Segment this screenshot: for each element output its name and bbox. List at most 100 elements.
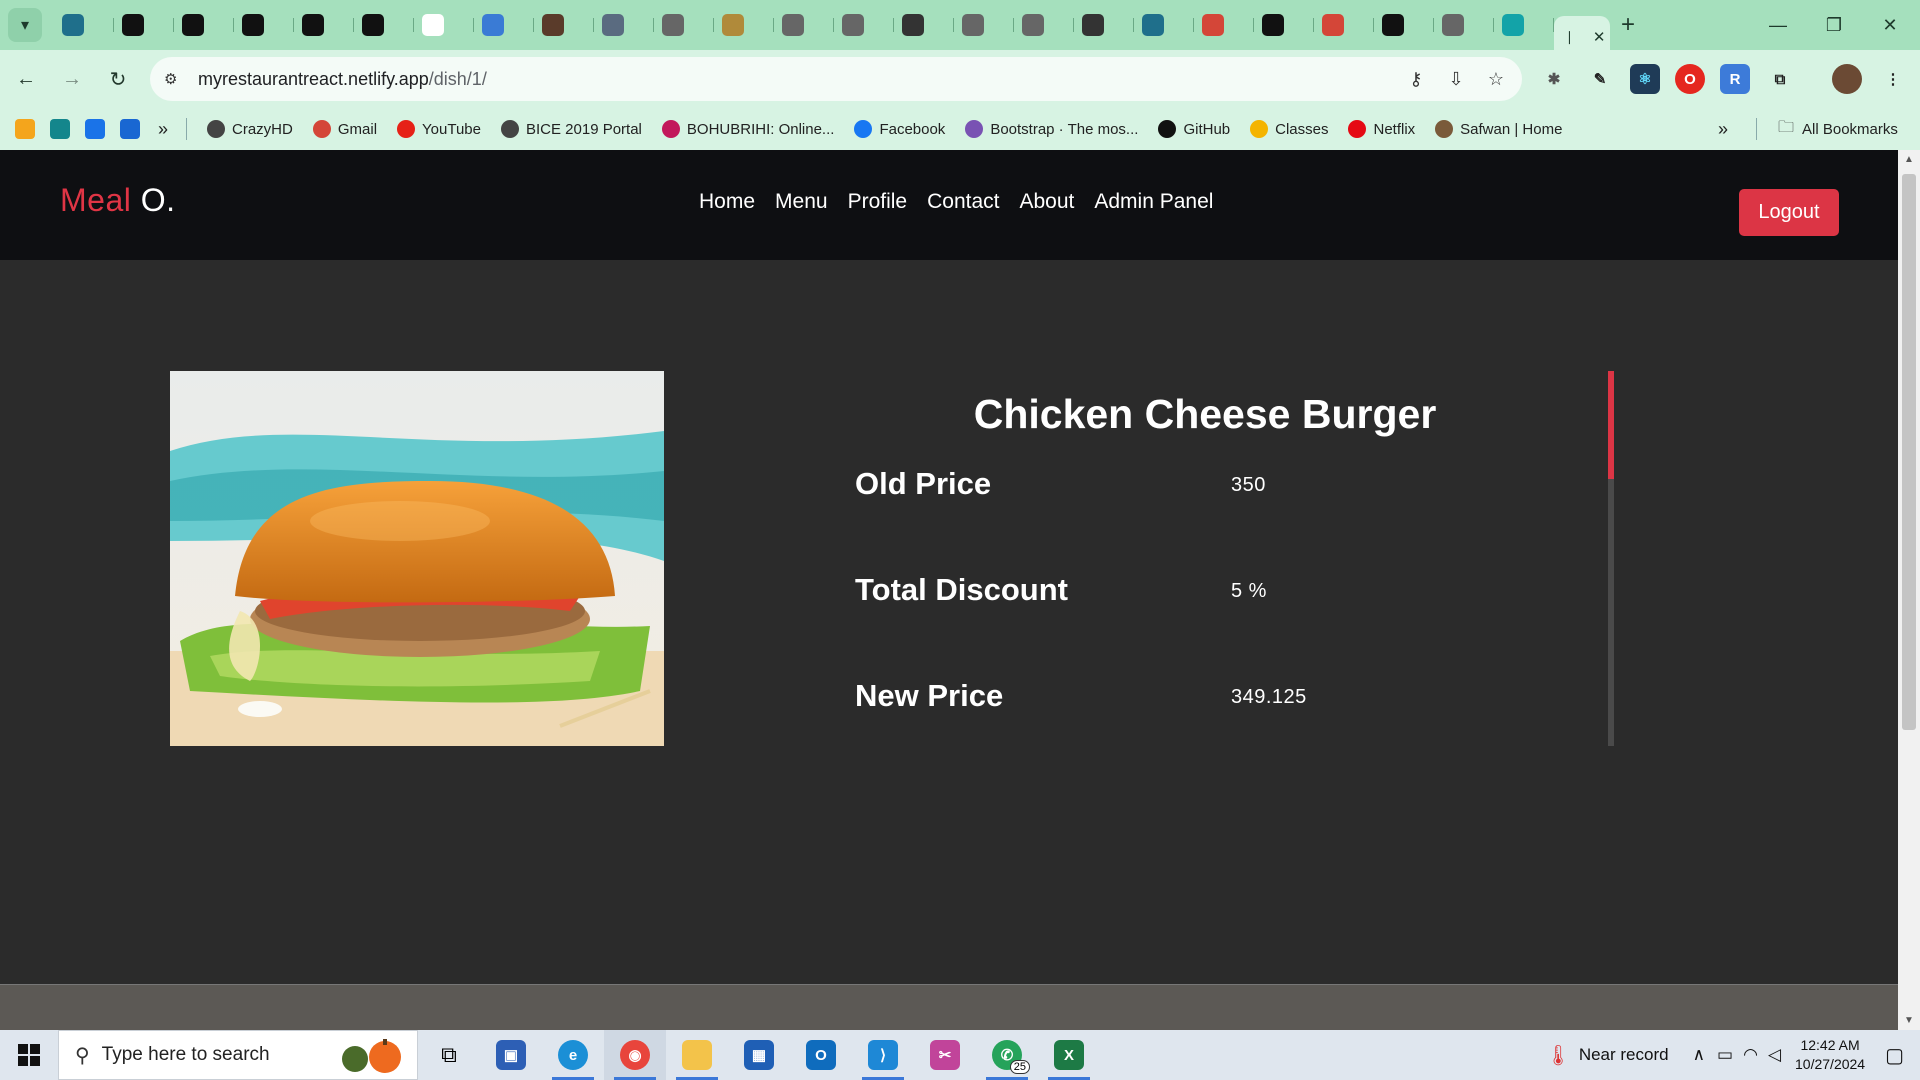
bookmark-item[interactable]: Facebook xyxy=(854,120,945,138)
taskbar-app-edge[interactable]: e xyxy=(542,1030,604,1080)
minimize-button[interactable]: — xyxy=(1750,0,1806,50)
nav-link-menu[interactable]: Menu xyxy=(775,190,828,214)
taskbar-app-chrome[interactable]: ◉ xyxy=(604,1030,666,1080)
app-shortcut-icon[interactable] xyxy=(85,119,105,139)
bookmark-item[interactable]: CrazyHD xyxy=(207,120,293,138)
opera-extension-icon[interactable]: O xyxy=(1675,64,1705,94)
task-view-button[interactable]: ⧉ xyxy=(418,1030,480,1080)
taskbar-app-snip[interactable]: ✂ xyxy=(914,1030,976,1080)
browser-tab[interactable] xyxy=(1314,8,1374,42)
app-shortcut-icon[interactable] xyxy=(15,119,35,139)
browser-tab[interactable] xyxy=(1014,8,1074,42)
bookmark-item[interactable]: Gmail xyxy=(312,120,377,138)
nav-link-about[interactable]: About xyxy=(1019,190,1074,214)
app-shortcut-icon[interactable] xyxy=(120,119,140,139)
battery-icon[interactable]: ▭ xyxy=(1717,1045,1733,1065)
taskbar-app-outlook[interactable]: O xyxy=(790,1030,852,1080)
clock[interactable]: 12:42 AM 10/27/2024 xyxy=(1795,1036,1865,1074)
back-button[interactable]: ← xyxy=(6,59,46,99)
browser-tab[interactable] xyxy=(714,8,774,42)
bug-extension-icon[interactable]: ✱ xyxy=(1539,64,1569,94)
url-text[interactable]: myrestaurantreact.netlify.app/dish/1/ xyxy=(198,69,487,90)
browser-tab[interactable] xyxy=(774,8,834,42)
close-window-button[interactable]: ✕ xyxy=(1862,0,1918,50)
weather-text[interactable]: Near record xyxy=(1579,1045,1669,1065)
more-bookmarks-chevron-icon[interactable]: » xyxy=(1718,119,1728,140)
bookmark-item[interactable]: Netflix xyxy=(1348,120,1415,138)
bookmark-item[interactable]: YouTube xyxy=(397,120,481,138)
restore-button[interactable]: ❐ xyxy=(1806,0,1862,50)
reload-button[interactable]: ↻ xyxy=(98,59,138,99)
logout-button[interactable]: Logout xyxy=(1739,189,1839,236)
bookmark-item[interactable]: Classes xyxy=(1250,120,1328,138)
browser-tab[interactable] xyxy=(474,8,534,42)
browser-tab[interactable] xyxy=(1194,8,1254,42)
tab-search-button[interactable]: ▾ xyxy=(8,8,42,42)
new-tab-button[interactable]: + xyxy=(1610,8,1646,42)
browser-tab[interactable] xyxy=(654,8,714,42)
page-scrollbar[interactable]: ▲ ▼ xyxy=(1898,150,1920,1030)
browser-tab[interactable] xyxy=(354,8,414,42)
brand-logo[interactable]: Meal O. xyxy=(60,182,176,219)
bookmark-item[interactable]: BOHUBRIHI: Online... xyxy=(661,120,834,138)
volume-icon[interactable]: ◁ xyxy=(1768,1045,1781,1065)
site-info-icon[interactable]: ⚙ xyxy=(164,70,188,88)
bookmark-item[interactable]: Safwan | Home xyxy=(1435,120,1562,138)
install-app-icon[interactable]: ⇩ xyxy=(1438,57,1474,101)
taskbar-search[interactable]: ⚲ Type here to search xyxy=(58,1030,418,1080)
close-tab-icon[interactable]: ✕ xyxy=(1593,28,1606,46)
browser-tab[interactable] xyxy=(234,8,294,42)
extensions-puzzle-icon[interactable]: ⧉ xyxy=(1765,64,1795,94)
r-extension-icon[interactable]: R xyxy=(1720,64,1750,94)
details-scrollbar[interactable] xyxy=(1608,371,1614,746)
app-shortcut-icon[interactable] xyxy=(50,119,70,139)
nav-link-profile[interactable]: Profile xyxy=(848,190,908,214)
details-scrollbar-thumb[interactable] xyxy=(1608,371,1614,479)
chrome-menu-icon[interactable]: ⋮ xyxy=(1878,64,1908,94)
taskbar-app-pinned[interactable]: ▣ xyxy=(480,1030,542,1080)
taskbar-app-whatsapp[interactable]: ✆ 25 xyxy=(976,1030,1038,1080)
nav-link-home[interactable]: Home xyxy=(699,190,755,214)
browser-tab[interactable] xyxy=(834,8,894,42)
start-button[interactable] xyxy=(0,1030,58,1080)
taskbar-app-store[interactable]: ▦ xyxy=(728,1030,790,1080)
taskbar-app-vscode[interactable]: ⟩ xyxy=(852,1030,914,1080)
taskbar-app-excel[interactable]: X xyxy=(1038,1030,1100,1080)
browser-tab[interactable] xyxy=(594,8,654,42)
more-apps-chevron-icon[interactable]: » xyxy=(158,119,168,140)
profile-avatar[interactable] xyxy=(1832,64,1862,94)
browser-tab[interactable] xyxy=(174,8,234,42)
password-key-icon[interactable]: ⚷ xyxy=(1398,57,1434,101)
tray-chevron-icon[interactable]: ∧ xyxy=(1693,1045,1705,1065)
wifi-icon[interactable]: ◠ xyxy=(1743,1045,1758,1065)
scroll-up-arrow-icon[interactable]: ▲ xyxy=(1898,154,1920,165)
all-bookmarks-button[interactable]: 🗀 All Bookmarks xyxy=(1778,116,1898,143)
taskbar-app-explorer[interactable] xyxy=(666,1030,728,1080)
browser-tab[interactable] xyxy=(1074,8,1134,42)
nav-link-contact[interactable]: Contact xyxy=(927,190,999,214)
forward-button[interactable]: → xyxy=(52,59,92,99)
react-devtools-icon[interactable]: ⚛ xyxy=(1630,64,1660,94)
eyedropper-extension-icon[interactable]: ✎ xyxy=(1585,64,1615,94)
address-bar[interactable]: ⚙ myrestaurantreact.netlify.app/dish/1/ … xyxy=(150,57,1522,101)
page-scrollbar-thumb[interactable] xyxy=(1902,174,1916,730)
bookmark-item[interactable]: GitHub xyxy=(1158,120,1230,138)
bookmark-item[interactable]: BICE 2019 Portal xyxy=(500,120,642,138)
browser-tab[interactable] xyxy=(294,8,354,42)
browser-tab[interactable] xyxy=(54,8,114,42)
bookmark-item[interactable]: Bootstrap · The mos... xyxy=(965,120,1138,138)
notifications-icon[interactable]: ▢ xyxy=(1885,1043,1904,1068)
browser-tab[interactable] xyxy=(1434,8,1494,42)
browser-tab[interactable] xyxy=(534,8,594,42)
browser-tab[interactable] xyxy=(1374,8,1434,42)
nav-link-admin-panel[interactable]: Admin Panel xyxy=(1094,190,1213,214)
bookmark-star-icon[interactable]: ☆ xyxy=(1478,57,1514,101)
browser-tab[interactable] xyxy=(954,8,1014,42)
browser-tab[interactable] xyxy=(414,8,474,42)
browser-tab[interactable] xyxy=(114,8,174,42)
browser-tab[interactable] xyxy=(894,8,954,42)
browser-tab[interactable] xyxy=(1254,8,1314,42)
browser-tab[interactable] xyxy=(1134,8,1194,42)
browser-tab[interactable] xyxy=(1494,8,1554,42)
scroll-down-arrow-icon[interactable]: ▼ xyxy=(1898,1015,1920,1026)
